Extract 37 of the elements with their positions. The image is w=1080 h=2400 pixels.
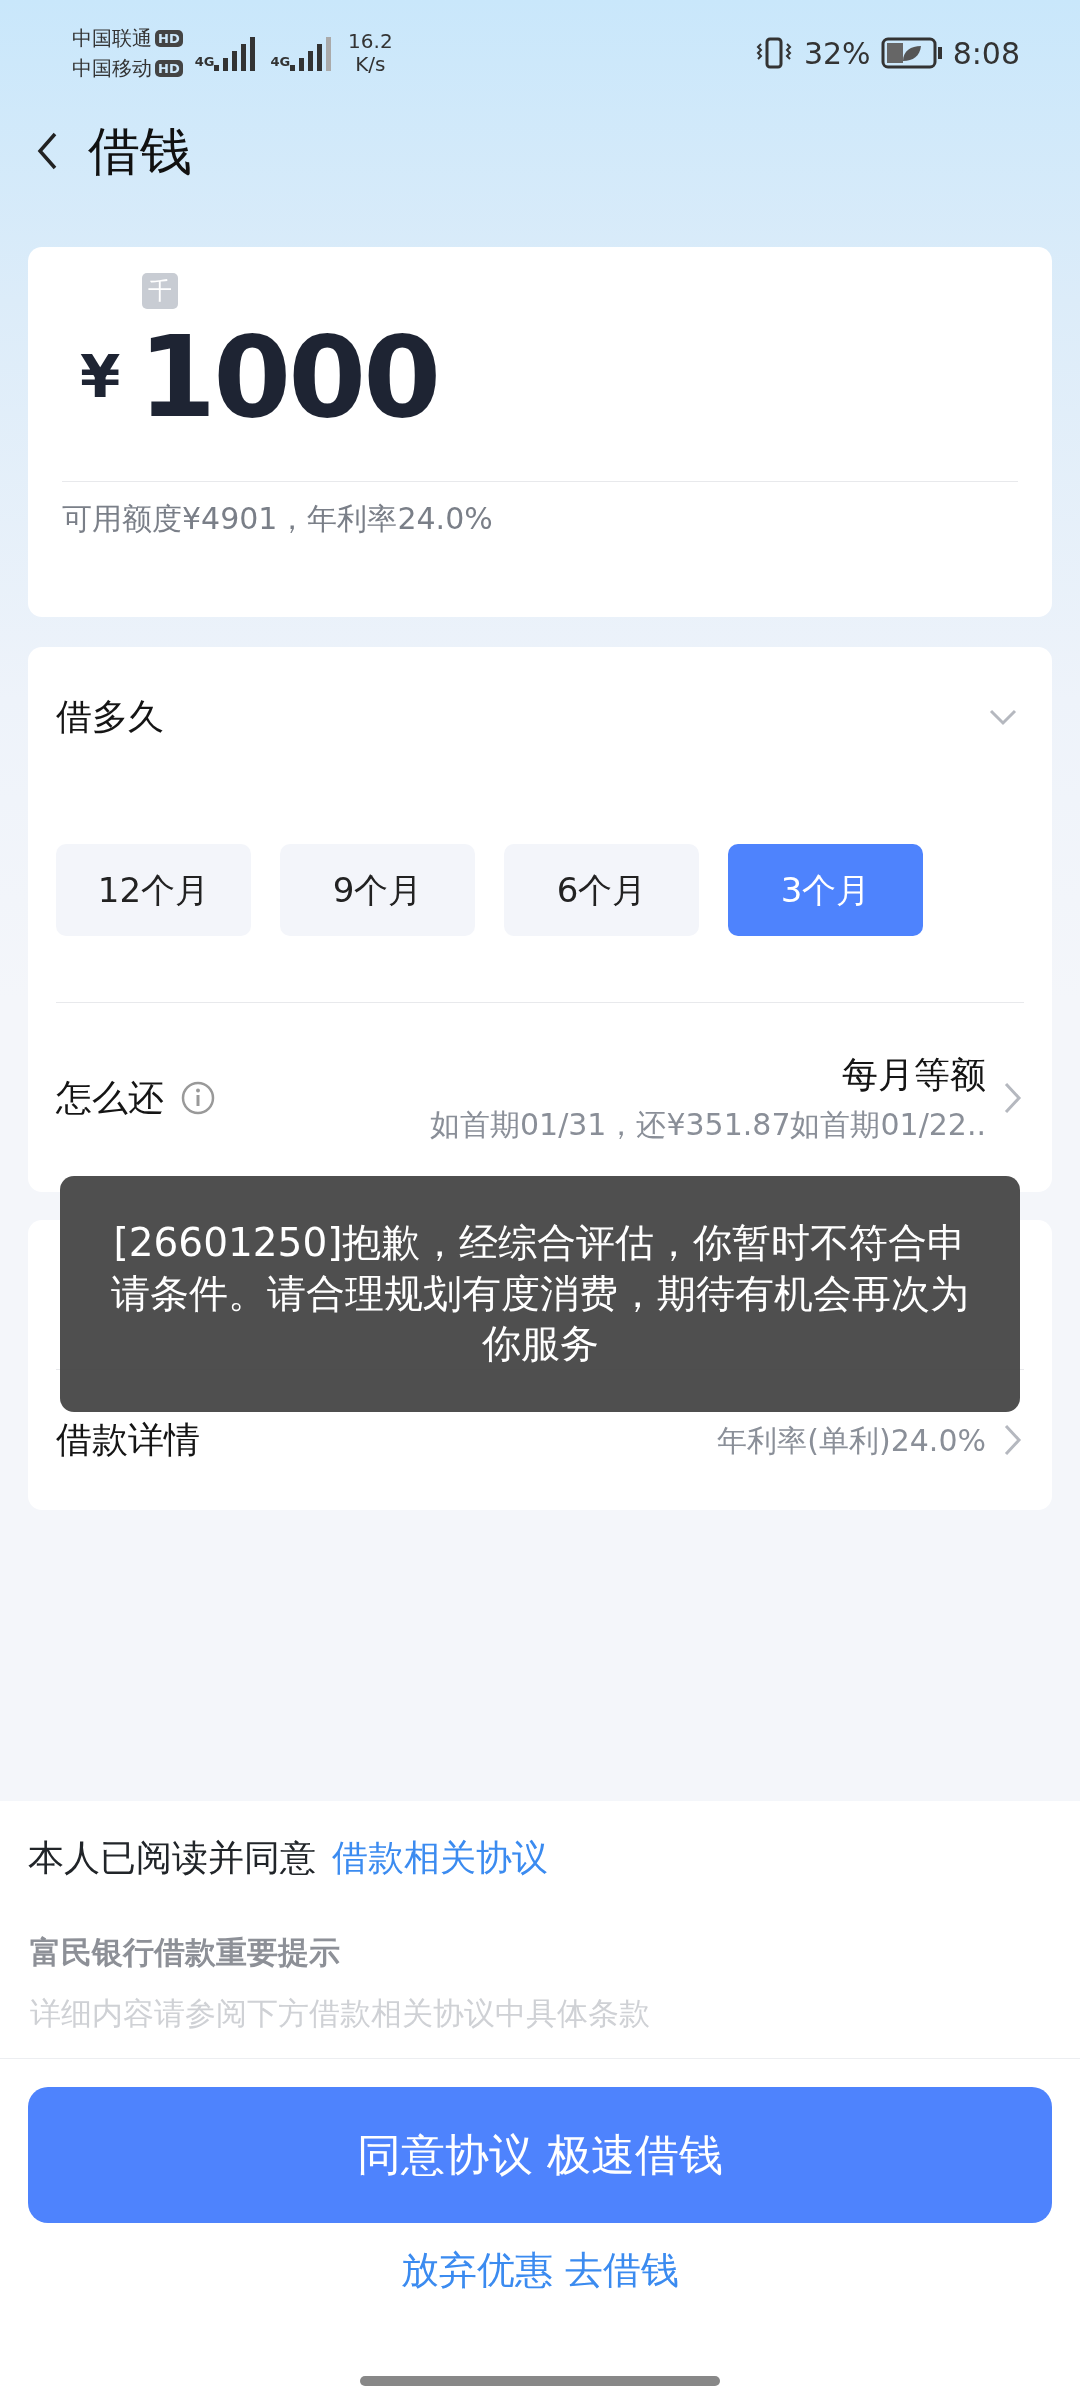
hd-badge: HD: [155, 59, 183, 77]
home-indicator[interactable]: [360, 2376, 720, 2386]
toast-message: [26601250]抱歉，经综合评估，你暂时不符合申请条件。请合理规划有度消费，期待有机会再次为你服务: [60, 1176, 1020, 1412]
battery-icon: [880, 37, 943, 69]
term-option[interactable]: 6个月: [504, 844, 699, 936]
repay-detail: 如首期01/31，还¥351.87如首期01/22..: [429, 1106, 986, 1144]
clock: 8:08: [952, 34, 1020, 73]
back-icon[interactable]: [36, 131, 58, 171]
row-label: 借款详情: [56, 1418, 200, 1462]
battery-percent: 32%: [803, 34, 871, 73]
term-option[interactable]: 3个月: [728, 844, 923, 936]
network-label: 4G: [194, 52, 215, 71]
chevron-right-icon[interactable]: [1002, 1423, 1024, 1457]
credit-note: 可用额度¥4901，年利率24.0%: [62, 481, 1018, 541]
chevron-right-icon[interactable]: [1002, 1080, 1024, 1115]
term-option[interactable]: 12个月: [56, 844, 251, 936]
carrier-name: 中国联通: [72, 25, 152, 52]
notice-title: 富民银行借款重要提示: [29, 1933, 341, 1972]
currency-symbol: ¥: [80, 341, 121, 413]
carrier-name: 中国移动: [72, 55, 152, 82]
section-label: 借多久: [56, 695, 164, 739]
repay-method: 每月等额: [841, 1053, 986, 1097]
page-title: 借钱: [88, 120, 192, 183]
network-speed: K/s: [354, 53, 387, 76]
section-label: 怎么还: [56, 1075, 164, 1120]
loan-amount: 1000: [138, 321, 439, 433]
term-option[interactable]: 9个月: [280, 844, 475, 936]
skip-link[interactable]: 放弃优惠 去借钱: [394, 2241, 686, 2300]
agreement-link[interactable]: 借款相关协议: [332, 1831, 548, 1885]
chevron-down-icon[interactable]: [988, 707, 1018, 727]
info-icon[interactable]: [180, 1079, 216, 1116]
agree-button[interactable]: 同意协议 极速借钱: [28, 2087, 1052, 2223]
hd-badge: HD: [155, 29, 183, 47]
row-value: 年利率(单利)24.0%: [717, 1421, 986, 1460]
agreement-text: 本人已阅读并同意: [28, 1836, 316, 1880]
network-label: 4G: [270, 52, 291, 71]
network-speed: 16.2: [348, 30, 393, 53]
